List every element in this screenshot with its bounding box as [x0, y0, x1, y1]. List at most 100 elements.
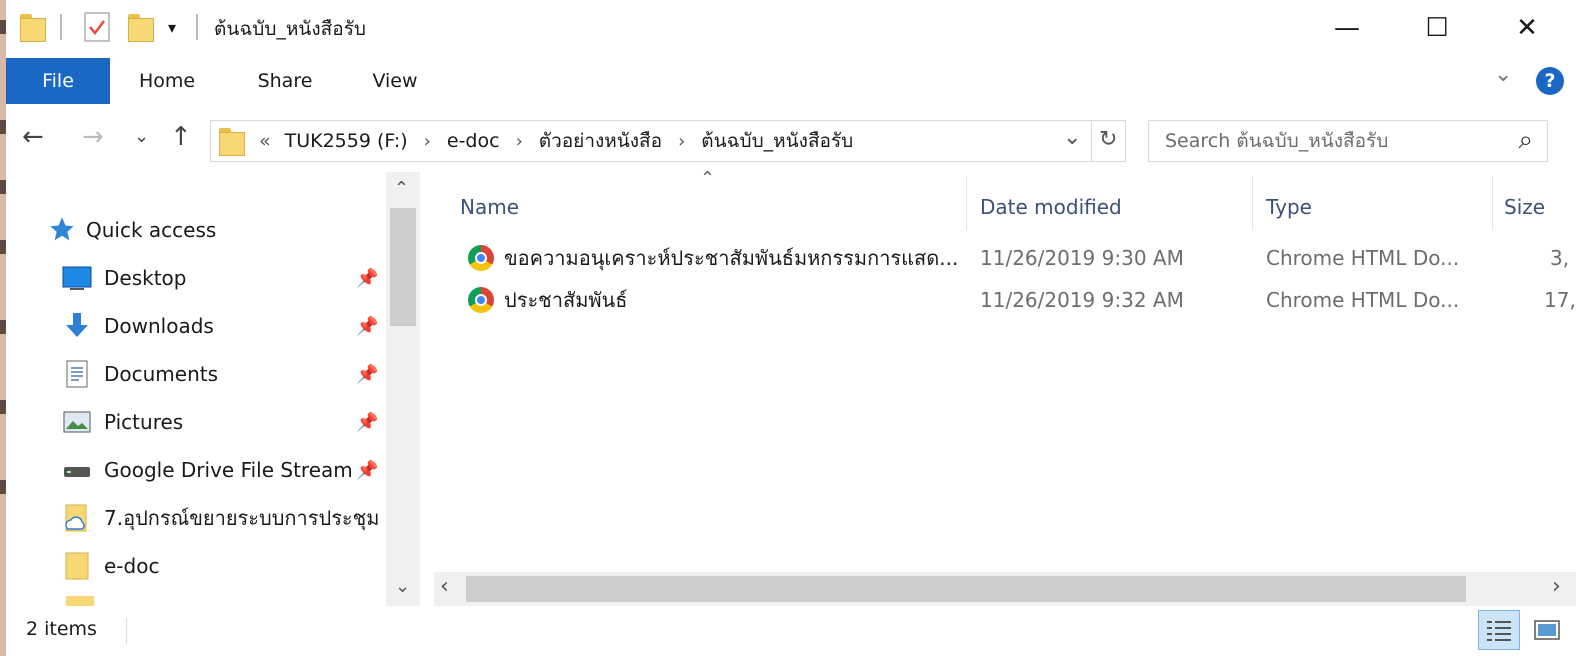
nav-item-label: Pictures — [104, 410, 184, 434]
ribbon-expand-icon[interactable]: ⌄ — [1494, 62, 1512, 87]
navigation-pane: Quick access Desktop 📌 Downloads 📌 Docum… — [6, 172, 418, 606]
nav-downloads[interactable]: Downloads — [62, 306, 382, 346]
nav-quick-access[interactable]: Quick access — [48, 210, 368, 250]
file-size: 3, — [1550, 246, 1570, 270]
documents-icon — [62, 359, 92, 389]
file-row[interactable]: ขอความอนุเคราะห์ประชาสัมพันธ์มหกรรมการแส… — [460, 238, 1576, 278]
pin-icon[interactable]: 📌 — [356, 460, 378, 481]
column-divider[interactable] — [1492, 176, 1493, 230]
title-bar: ▾ ต้นฉบับ_หนังสือรับ — ☐ ✕ — [6, 0, 1576, 56]
chrome-html-icon — [468, 287, 494, 313]
large-icons-view-button[interactable] — [1526, 610, 1568, 650]
maximize-button[interactable]: ☐ — [1392, 0, 1482, 56]
search-icon[interactable]: ⌕ — [1518, 125, 1533, 156]
column-divider[interactable] — [966, 176, 967, 230]
column-size[interactable]: Size — [1504, 186, 1545, 228]
window-title: ต้นฉบับ_หนังสือรับ — [214, 18, 366, 40]
breadcrumb-current[interactable]: ต้นฉบับ_หนังสือรับ — [701, 126, 853, 156]
status-bar: 2 items — [6, 606, 1576, 656]
breadcrumb-overflow[interactable]: « — [259, 130, 271, 152]
close-icon: ✕ — [1516, 13, 1538, 43]
item-count: 2 items — [26, 618, 97, 640]
details-view-button[interactable] — [1478, 610, 1520, 650]
close-button[interactable]: ✕ — [1482, 0, 1572, 56]
nav-item-label: Google Drive File Stream — [104, 458, 353, 482]
tab-home[interactable]: Home — [122, 58, 212, 104]
folder-icon — [62, 551, 92, 581]
address-bar[interactable]: « TUK2559 (F:) › e-doc › ตัวอย่างหนังสือ… — [210, 120, 1126, 162]
folder-icon — [219, 126, 245, 156]
address-dropdown-icon[interactable]: ⌄ — [1063, 125, 1081, 150]
drive-icon — [62, 455, 92, 485]
quick-access-label: Quick access — [86, 218, 217, 242]
file-type: Chrome HTML Do... — [1266, 246, 1460, 270]
desktop-icon — [62, 263, 92, 293]
file-row[interactable]: ประชาสัมพันธ์ 11/26/2019 9:32 AM Chrome … — [460, 280, 1576, 320]
refresh-icon[interactable]: ↻ — [1099, 127, 1117, 152]
downloads-icon — [62, 311, 92, 341]
customize-quick-access-icon[interactable]: ▾ — [168, 10, 176, 44]
scroll-up-icon[interactable]: ⌃ — [394, 178, 409, 199]
large-icons-view-icon — [1534, 620, 1560, 640]
address-row: ← → ⌄ ↑ « TUK2559 (F:) › e-doc › ตัวอย่า… — [6, 106, 1576, 172]
nav-item-label: Desktop — [104, 266, 187, 290]
breadcrumb-drive[interactable]: TUK2559 (F:) — [285, 130, 408, 152]
breadcrumb-separator[interactable]: › — [424, 131, 431, 152]
chrome-html-icon — [468, 245, 494, 271]
pictures-icon — [62, 407, 92, 437]
file-size: 17, — [1544, 288, 1576, 312]
details-view-icon — [1487, 621, 1511, 641]
star-icon — [48, 215, 76, 245]
minimize-button[interactable]: — — [1302, 0, 1392, 56]
nav-edoc[interactable]: e-doc — [62, 546, 382, 586]
column-type[interactable]: Type — [1266, 186, 1312, 228]
breadcrumb-separator[interactable]: › — [516, 131, 523, 152]
tab-file[interactable]: File — [6, 58, 110, 104]
search-box[interactable]: Search ต้นฉบับ_หนังสือรับ ⌕ — [1148, 120, 1548, 162]
toolbar-divider — [60, 14, 62, 40]
minimize-icon: — — [1334, 13, 1360, 43]
nav-item-label: 7.อุปกรณ์ขยายระบบการประชุม — [104, 506, 380, 530]
nav-pictures[interactable]: Pictures — [62, 402, 382, 442]
breadcrumb-edoc[interactable]: e-doc — [447, 130, 500, 152]
new-folder-icon[interactable] — [128, 10, 154, 44]
scroll-down-icon[interactable]: ⌄ — [395, 576, 410, 597]
column-divider[interactable] — [1252, 176, 1253, 230]
recent-locations-button[interactable]: ⌄ — [134, 126, 149, 147]
nav-google-drive[interactable]: Google Drive File Stream — [62, 450, 382, 490]
maximize-icon: ☐ — [1425, 13, 1449, 43]
tab-share[interactable]: Share — [240, 58, 330, 104]
content-horizontal-scrollbar[interactable]: ‹ › — [434, 572, 1576, 606]
properties-icon[interactable] — [84, 10, 110, 44]
file-list: ⌃ Name Date modified Type Size ขอความอนุ… — [426, 168, 1576, 606]
column-date-modified[interactable]: Date modified — [980, 186, 1122, 228]
status-divider — [126, 618, 127, 644]
tab-view[interactable]: View — [350, 58, 440, 104]
pin-icon[interactable]: 📌 — [356, 364, 378, 385]
nav-documents[interactable]: Documents — [62, 354, 382, 394]
ribbon-tabs: File Home Share View ⌄ ? — [6, 58, 1576, 104]
up-button[interactable]: ↑ — [170, 122, 192, 152]
pin-icon[interactable]: 📌 — [356, 316, 378, 337]
breadcrumb-separator[interactable]: › — [678, 131, 685, 152]
explorer-window: ▾ ต้นฉบับ_หนังสือรับ — ☐ ✕ File Home Sha… — [6, 0, 1576, 656]
help-icon[interactable]: ? — [1536, 67, 1564, 95]
column-name[interactable]: Name — [460, 186, 519, 228]
scroll-right-icon[interactable]: › — [1552, 574, 1561, 599]
nav-desktop[interactable]: Desktop — [62, 258, 382, 298]
pin-icon[interactable]: 📌 — [356, 268, 378, 289]
folder-icon — [66, 596, 94, 606]
file-name-cell: ประชาสัมพันธ์ — [468, 280, 627, 320]
scroll-left-icon[interactable]: ‹ — [440, 574, 449, 599]
toolbar-divider — [196, 14, 198, 40]
breadcrumb-samples[interactable]: ตัวอย่างหนังสือ — [539, 126, 662, 156]
navpane-scrollbar[interactable]: ⌃ ⌄ — [386, 172, 420, 606]
nav-cloud-folder[interactable]: 7.อุปกรณ์ขยายระบบการประชุม — [62, 498, 382, 538]
file-name-cell: ขอความอนุเคราะห์ประชาสัมพันธ์มหกรรมการแส… — [468, 238, 958, 278]
scroll-thumb[interactable] — [390, 208, 416, 326]
pin-icon[interactable]: 📌 — [356, 412, 378, 433]
search-input[interactable]: Search ต้นฉบับ_หนังสือรับ — [1165, 126, 1388, 156]
forward-button[interactable]: → — [82, 122, 104, 152]
back-button[interactable]: ← — [22, 122, 44, 152]
scroll-thumb[interactable] — [466, 576, 1466, 602]
